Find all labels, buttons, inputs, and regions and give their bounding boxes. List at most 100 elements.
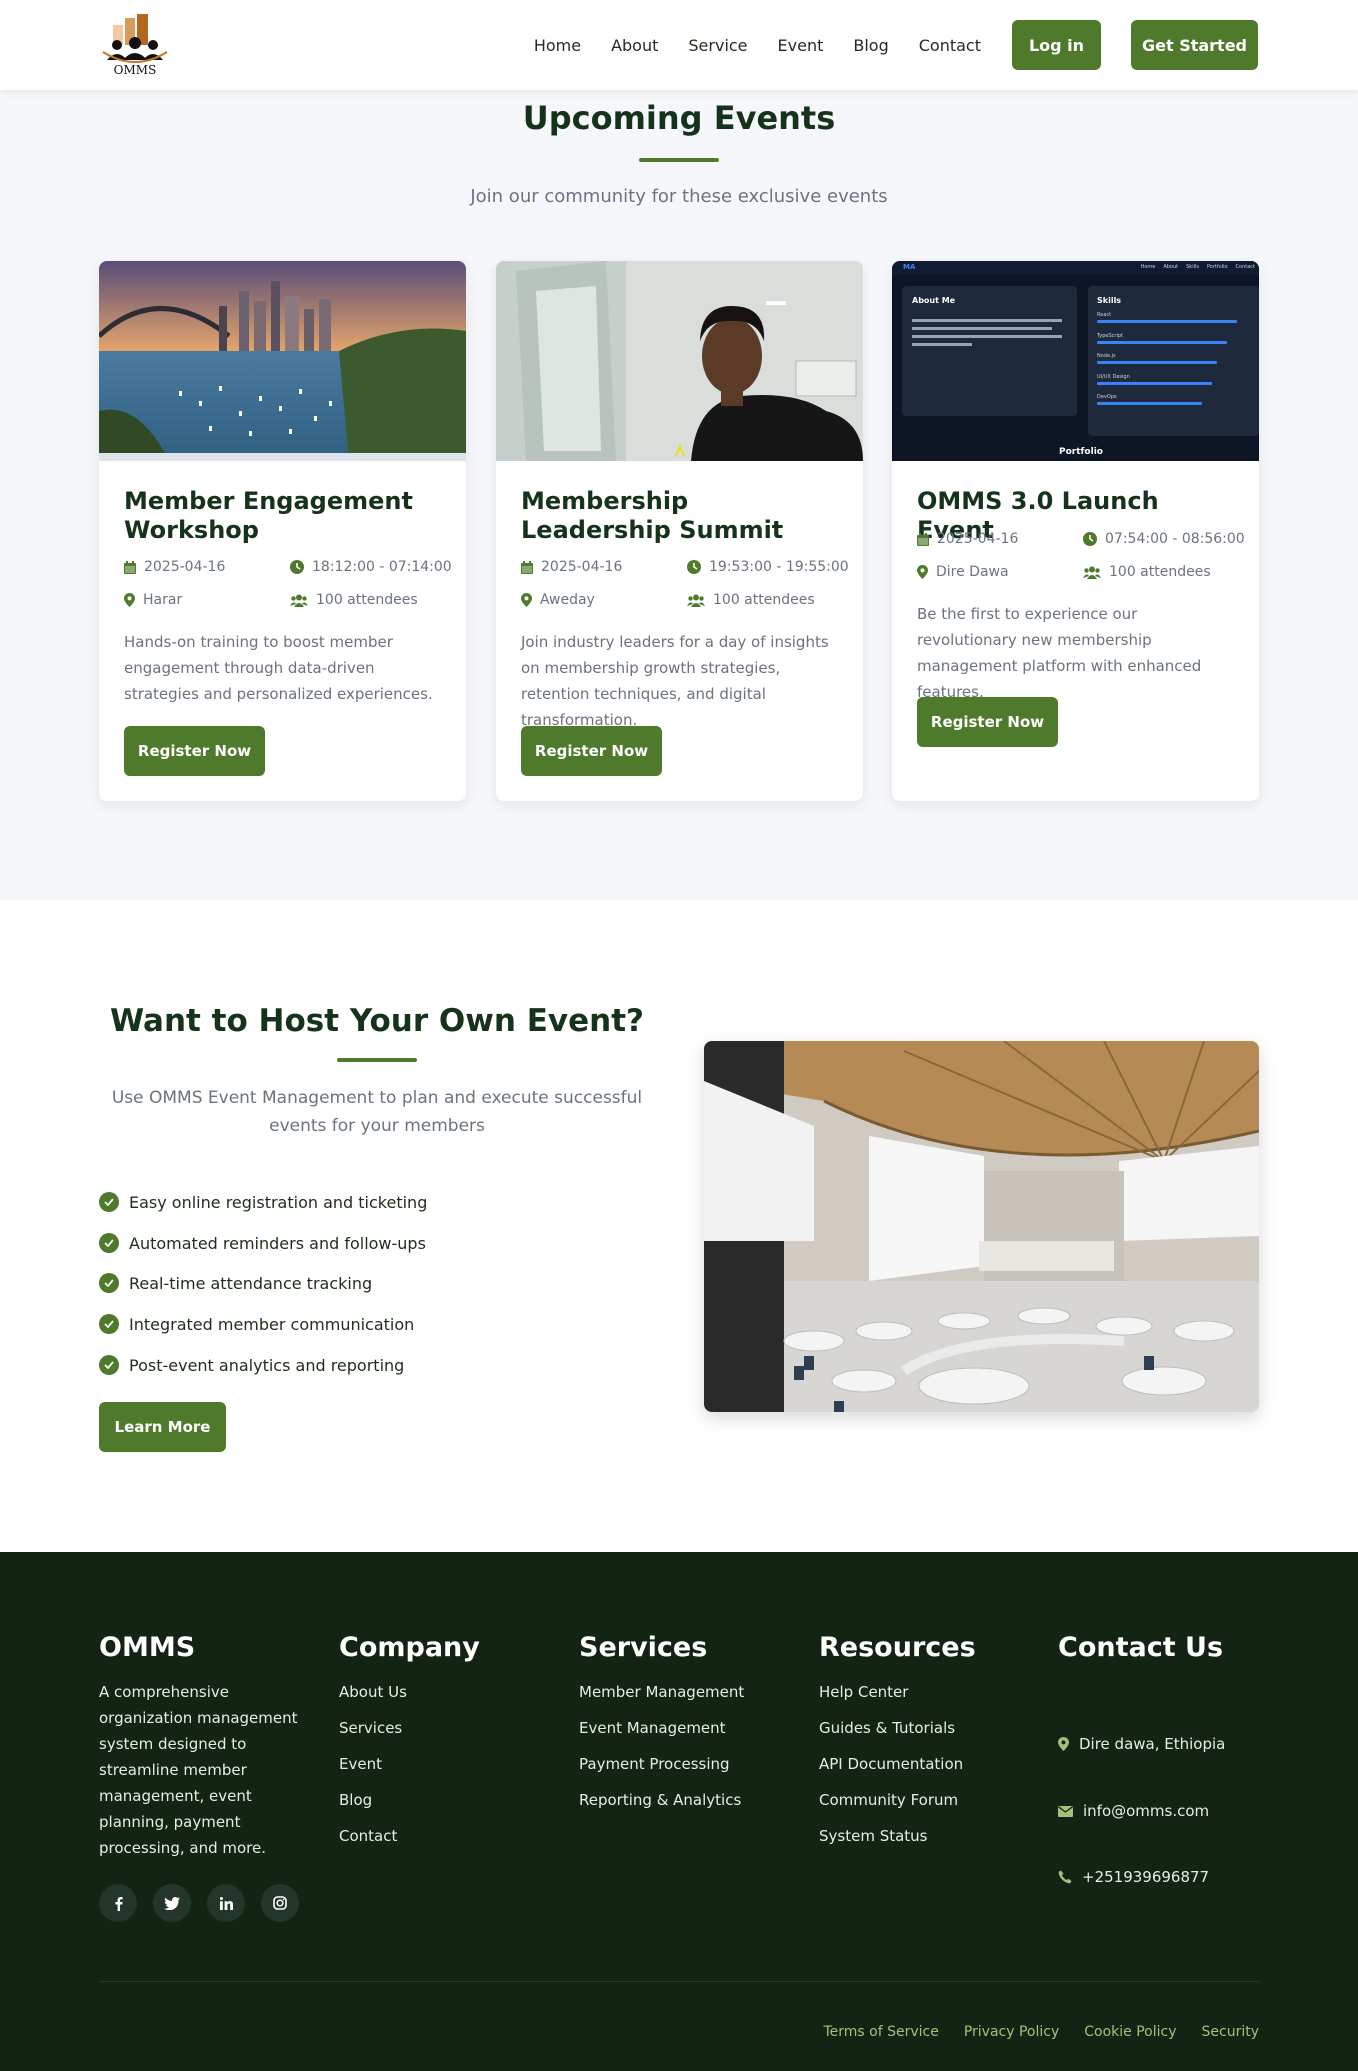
footer-link-api-documentation[interactable]: API Documentation [819, 1751, 976, 1787]
event-card: MA Home About Skills Portfolio Contact A… [892, 261, 1259, 801]
host-subtitle: Use OMMS Event Management to plan and ex… [111, 1088, 643, 1136]
event-image-person [496, 261, 863, 461]
footer-link-contact[interactable]: Contact [339, 1823, 480, 1859]
legal-privacy-link[interactable]: Privacy Policy [964, 2024, 1059, 2040]
host-event-section: Want to Host Your Own Event? Use OMMS Ev… [0, 900, 1358, 1552]
feature-item: Integrated member communication [99, 1314, 414, 1334]
footer-link-payment-processing[interactable]: Payment Processing [579, 1751, 744, 1787]
event-date: 2025-04-16 [124, 559, 225, 575]
footer-link-community-forum[interactable]: Community Forum [819, 1787, 976, 1823]
get-started-button[interactable]: Get Started [1131, 20, 1258, 70]
linkedin-icon[interactable] [207, 1884, 245, 1922]
event-location: Dire Dawa [917, 564, 1009, 580]
login-button[interactable]: Log in [1012, 20, 1101, 70]
footer-resources: Resources Help Center Guides & Tutorials… [819, 1632, 976, 1859]
footer-about: OMMS A comprehensive organization manage… [99, 1632, 299, 1861]
clock-icon [290, 560, 304, 574]
legal-terms-link[interactable]: Terms of Service [823, 2024, 938, 2040]
map-pin-icon [124, 593, 135, 607]
check-circle-icon [99, 1192, 119, 1212]
users-icon [1083, 566, 1101, 579]
feature-item: Post-event analytics and reporting [99, 1355, 404, 1375]
map-pin-icon [521, 593, 532, 607]
upcoming-events-section: Upcoming Events Join our community for t… [0, 90, 1358, 900]
clock-icon [1083, 532, 1097, 546]
feature-item: Easy online registration and ticketing [99, 1192, 427, 1212]
footer-brand: OMMS [99, 1632, 196, 1663]
nav-contact[interactable]: Contact [919, 36, 981, 55]
event-attendees: 100 attendees [290, 592, 418, 608]
legal-cookie-link[interactable]: Cookie Policy [1084, 2024, 1176, 2040]
portfolio-skill-label: TypeScript [1097, 333, 1123, 339]
footer-link-reporting-analytics[interactable]: Reporting & Analytics [579, 1787, 744, 1823]
host-title: Want to Host Your Own Event? [109, 1003, 645, 1039]
learn-more-button[interactable]: Learn More [99, 1402, 226, 1452]
event-time: 07:54:00 - 08:56:00 [1083, 531, 1245, 547]
footer-description: A comprehensive organization management … [99, 1683, 298, 1857]
footer-link-event-management[interactable]: Event Management [579, 1715, 744, 1751]
event-date: 2025-04-16 [917, 531, 1018, 547]
event-title: Member Engagement Workshop [124, 487, 413, 544]
footer-heading: Resources [819, 1632, 976, 1663]
event-attendees: 100 attendees [1083, 564, 1211, 580]
nav-home[interactable]: Home [534, 36, 581, 55]
social-links [99, 1884, 315, 1922]
envelope-icon [1058, 1805, 1073, 1817]
footer-link-about-us[interactable]: About Us [339, 1679, 480, 1715]
contact-address: Dire dawa, Ethiopia [1058, 1735, 1225, 1753]
footer-link-member-management[interactable]: Member Management [579, 1679, 744, 1715]
footer-company: Company About Us Services Event Blog Con… [339, 1632, 480, 1859]
register-now-button[interactable]: Register Now [521, 726, 662, 776]
event-card: Member Engagement Workshop 2025-04-16 18… [99, 261, 466, 801]
check-circle-icon [99, 1273, 119, 1293]
twitter-icon[interactable] [153, 1884, 191, 1922]
nav-blog[interactable]: Blog [853, 36, 888, 55]
feature-item: Real-time attendance tracking [99, 1273, 372, 1293]
footer-heading: Company [339, 1632, 480, 1663]
site-header: OMMS Home About Service Event Blog Conta… [0, 0, 1358, 90]
calendar-icon [521, 560, 533, 574]
event-location: Harar [124, 592, 182, 608]
portfolio-about-title: About Me [912, 296, 956, 305]
event-description: Join industry leaders for a day of insig… [521, 633, 829, 729]
facebook-icon[interactable] [99, 1884, 137, 1922]
portfolio-brand: MA [903, 263, 916, 271]
footer-link-guides-tutorials[interactable]: Guides & Tutorials [819, 1715, 976, 1751]
footer-heading: Contact Us [1058, 1632, 1224, 1663]
nav-about[interactable]: About [611, 36, 658, 55]
register-now-button[interactable]: Register Now [124, 726, 265, 776]
footer-link-system-status[interactable]: System Status [819, 1823, 976, 1859]
title-underline [337, 1058, 417, 1062]
event-attendees: 100 attendees [687, 592, 815, 608]
footer-link-blog[interactable]: Blog [339, 1787, 480, 1823]
event-description: Be the first to experience our revolutio… [917, 605, 1202, 701]
portfolio-skill-label: React [1097, 312, 1112, 318]
conference-hall-image [704, 1041, 1259, 1412]
footer-link-event[interactable]: Event [339, 1751, 480, 1787]
footer-link-services[interactable]: Services [339, 1715, 480, 1751]
register-now-button[interactable]: Register Now [917, 697, 1058, 747]
main-nav: Home About Service Event Blog Contact Lo… [504, 20, 1258, 70]
event-time: 19:53:00 - 19:55:00 [687, 559, 849, 575]
footer-heading: Services [579, 1632, 708, 1663]
calendar-icon [124, 560, 136, 574]
site-footer: OMMS A comprehensive organization manage… [0, 1552, 1358, 2071]
portfolio-skill-label: DevOps [1097, 394, 1117, 400]
footer-contact: Contact Us [1058, 1632, 1223, 1679]
feature-item: Automated reminders and follow-ups [99, 1233, 426, 1253]
event-location: Aweday [521, 592, 595, 608]
legal-security-link[interactable]: Security [1202, 2024, 1260, 2040]
title-underline [639, 158, 719, 162]
omms-logo[interactable]: OMMS [99, 12, 171, 78]
contact-phone[interactable]: +251939696877 [1058, 1868, 1209, 1886]
map-pin-icon [917, 565, 928, 579]
check-circle-icon [99, 1355, 119, 1375]
event-description: Hands-on training to boost member engage… [124, 633, 433, 703]
event-time: 18:12:00 - 07:14:00 [290, 559, 452, 575]
nav-service[interactable]: Service [688, 36, 747, 55]
portfolio-nav: Home About Skills Portfolio Contact [1140, 264, 1255, 270]
nav-event[interactable]: Event [778, 36, 824, 55]
contact-email[interactable]: info@omms.com [1058, 1802, 1209, 1820]
footer-link-help-center[interactable]: Help Center [819, 1679, 976, 1715]
instagram-icon[interactable] [261, 1884, 299, 1922]
